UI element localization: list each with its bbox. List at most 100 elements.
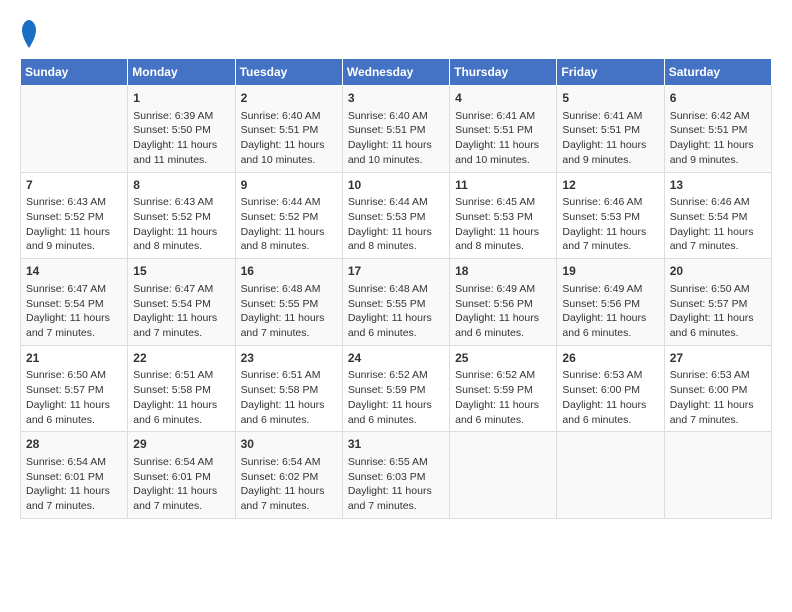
cell-info: Sunrise: 6:39 AMSunset: 5:50 PMDaylight:…	[133, 109, 229, 168]
calendar-cell: 6 Sunrise: 6:42 AMSunset: 5:51 PMDaylight…	[664, 86, 771, 173]
calendar-cell: 29 Sunrise: 6:54 AMSunset: 6:01 PMDayligh…	[128, 432, 235, 519]
calendar-week-3: 14 Sunrise: 6:47 AMSunset: 5:54 PMDayligh…	[21, 259, 772, 346]
cell-info: Sunrise: 6:46 AMSunset: 5:53 PMDaylight:…	[562, 195, 658, 254]
cell-info: Sunrise: 6:41 AMSunset: 5:51 PMDaylight:…	[562, 109, 658, 168]
calendar-cell: 13Sunrise: 6:46 AMSunset: 5:54 PMDayligh…	[664, 172, 771, 259]
day-number: 21	[26, 350, 122, 367]
cell-info: Sunrise: 6:55 AMSunset: 6:03 PMDaylight:…	[348, 455, 444, 514]
day-number: 22	[133, 350, 229, 367]
day-number: 9	[241, 177, 337, 194]
day-number: 19	[562, 263, 658, 280]
calendar-header: SundayMondayTuesdayWednesdayThursdayFrid…	[21, 59, 772, 86]
calendar-cell	[450, 432, 557, 519]
calendar-week-2: 7Sunrise: 6:43 AMSunset: 5:52 PMDaylight…	[21, 172, 772, 259]
calendar-cell: 5 Sunrise: 6:41 AMSunset: 5:51 PMDaylight…	[557, 86, 664, 173]
day-number: 7	[26, 177, 122, 194]
calendar-cell: 10Sunrise: 6:44 AMSunset: 5:53 PMDayligh…	[342, 172, 449, 259]
cell-info: Sunrise: 6:50 AMSunset: 5:57 PMDaylight:…	[670, 282, 766, 341]
day-number: 27	[670, 350, 766, 367]
header-thursday: Thursday	[450, 59, 557, 86]
day-number: 14	[26, 263, 122, 280]
day-number: 31	[348, 436, 444, 453]
logo-icon	[22, 20, 36, 48]
day-number: 25	[455, 350, 551, 367]
cell-info: Sunrise: 6:48 AMSunset: 5:55 PMDaylight:…	[348, 282, 444, 341]
cell-info: Sunrise: 6:40 AMSunset: 5:51 PMDaylight:…	[241, 109, 337, 168]
calendar-cell: 2Sunrise: 6:40 AMSunset: 5:51 PMDaylight…	[235, 86, 342, 173]
day-number: 3	[348, 90, 444, 107]
calendar-cell: 22Sunrise: 6:51 AMSunset: 5:58 PMDayligh…	[128, 345, 235, 432]
calendar-cell: 1 Sunrise: 6:39 AMSunset: 5:50 PMDaylight…	[128, 86, 235, 173]
day-number: 11	[455, 177, 551, 194]
day-number: 16	[241, 263, 337, 280]
cell-info: Sunrise: 6:45 AMSunset: 5:53 PMDaylight:…	[455, 195, 551, 254]
calendar-cell: 14 Sunrise: 6:47 AMSunset: 5:54 PMDayligh…	[21, 259, 128, 346]
cell-info: Sunrise: 6:53 AMSunset: 6:00 PMDaylight:…	[670, 368, 766, 427]
page-header	[20, 20, 772, 48]
calendar-week-5: 28 Sunrise: 6:54 AMSunset: 6:01 PMDayligh…	[21, 432, 772, 519]
header-friday: Friday	[557, 59, 664, 86]
cell-info: Sunrise: 6:44 AMSunset: 5:52 PMDaylight:…	[241, 195, 337, 254]
calendar-cell: 25Sunrise: 6:52 AMSunset: 5:59 PMDayligh…	[450, 345, 557, 432]
calendar-cell: 20 Sunrise: 6:50 AMSunset: 5:57 PMDayligh…	[664, 259, 771, 346]
calendar-cell	[557, 432, 664, 519]
calendar-cell: 21Sunrise: 6:50 AMSunset: 5:57 PMDayligh…	[21, 345, 128, 432]
calendar-cell: 15Sunrise: 6:47 AMSunset: 5:54 PMDayligh…	[128, 259, 235, 346]
calendar-cell: 16Sunrise: 6:48 AMSunset: 5:55 PMDayligh…	[235, 259, 342, 346]
calendar-cell: 12Sunrise: 6:46 AMSunset: 5:53 PMDayligh…	[557, 172, 664, 259]
calendar-cell: 18 Sunrise: 6:49 AMSunset: 5:56 PMDayligh…	[450, 259, 557, 346]
calendar-cell: 9Sunrise: 6:44 AMSunset: 5:52 PMDaylight…	[235, 172, 342, 259]
cell-info: Sunrise: 6:51 AMSunset: 5:58 PMDaylight:…	[133, 368, 229, 427]
header-saturday: Saturday	[664, 59, 771, 86]
calendar-cell: 30 Sunrise: 6:54 AMSunset: 6:02 PMDayligh…	[235, 432, 342, 519]
cell-info: Sunrise: 6:46 AMSunset: 5:54 PMDaylight:…	[670, 195, 766, 254]
cell-info: Sunrise: 6:54 AMSunset: 6:01 PMDaylight:…	[133, 455, 229, 514]
cell-info: Sunrise: 6:43 AMSunset: 5:52 PMDaylight:…	[26, 195, 122, 254]
cell-info: Sunrise: 6:49 AMSunset: 5:56 PMDaylight:…	[562, 282, 658, 341]
cell-info: Sunrise: 6:40 AMSunset: 5:51 PMDaylight:…	[348, 109, 444, 168]
day-number: 5	[562, 90, 658, 107]
day-number: 20	[670, 263, 766, 280]
cell-info: Sunrise: 6:47 AMSunset: 5:54 PMDaylight:…	[26, 282, 122, 341]
day-number: 12	[562, 177, 658, 194]
day-number: 30	[241, 436, 337, 453]
cell-info: Sunrise: 6:44 AMSunset: 5:53 PMDaylight:…	[348, 195, 444, 254]
cell-info: Sunrise: 6:54 AMSunset: 6:01 PMDaylight:…	[26, 455, 122, 514]
header-wednesday: Wednesday	[342, 59, 449, 86]
cell-info: Sunrise: 6:52 AMSunset: 5:59 PMDaylight:…	[455, 368, 551, 427]
calendar-cell: 27Sunrise: 6:53 AMSunset: 6:00 PMDayligh…	[664, 345, 771, 432]
calendar-cell: 26Sunrise: 6:53 AMSunset: 6:00 PMDayligh…	[557, 345, 664, 432]
day-number: 15	[133, 263, 229, 280]
header-sunday: Sunday	[21, 59, 128, 86]
calendar-cell: 24Sunrise: 6:52 AMSunset: 5:59 PMDayligh…	[342, 345, 449, 432]
calendar-cell: 7Sunrise: 6:43 AMSunset: 5:52 PMDaylight…	[21, 172, 128, 259]
day-number: 6	[670, 90, 766, 107]
day-number: 10	[348, 177, 444, 194]
calendar-cell	[664, 432, 771, 519]
calendar-cell: 31 Sunrise: 6:55 AMSunset: 6:03 PMDayligh…	[342, 432, 449, 519]
day-number: 8	[133, 177, 229, 194]
cell-info: Sunrise: 6:41 AMSunset: 5:51 PMDaylight:…	[455, 109, 551, 168]
day-number: 18	[455, 263, 551, 280]
day-number: 28	[26, 436, 122, 453]
cell-info: Sunrise: 6:42 AMSunset: 5:51 PMDaylight:…	[670, 109, 766, 168]
day-number: 29	[133, 436, 229, 453]
cell-info: Sunrise: 6:52 AMSunset: 5:59 PMDaylight:…	[348, 368, 444, 427]
cell-info: Sunrise: 6:43 AMSunset: 5:52 PMDaylight:…	[133, 195, 229, 254]
day-number: 24	[348, 350, 444, 367]
header-tuesday: Tuesday	[235, 59, 342, 86]
cell-info: Sunrise: 6:54 AMSunset: 6:02 PMDaylight:…	[241, 455, 337, 514]
day-number: 13	[670, 177, 766, 194]
calendar-body: 1 Sunrise: 6:39 AMSunset: 5:50 PMDaylight…	[21, 86, 772, 519]
calendar-cell: 17 Sunrise: 6:48 AMSunset: 5:55 PMDayligh…	[342, 259, 449, 346]
calendar-cell: 28 Sunrise: 6:54 AMSunset: 6:01 PMDayligh…	[21, 432, 128, 519]
day-number: 17	[348, 263, 444, 280]
calendar-week-1: 1 Sunrise: 6:39 AMSunset: 5:50 PMDaylight…	[21, 86, 772, 173]
calendar-cell	[21, 86, 128, 173]
calendar-cell: 8Sunrise: 6:43 AMSunset: 5:52 PMDaylight…	[128, 172, 235, 259]
cell-info: Sunrise: 6:51 AMSunset: 5:58 PMDaylight:…	[241, 368, 337, 427]
day-number: 23	[241, 350, 337, 367]
calendar-cell: 3 Sunrise: 6:40 AMSunset: 5:51 PMDaylight…	[342, 86, 449, 173]
cell-info: Sunrise: 6:49 AMSunset: 5:56 PMDaylight:…	[455, 282, 551, 341]
day-number: 1	[133, 90, 229, 107]
